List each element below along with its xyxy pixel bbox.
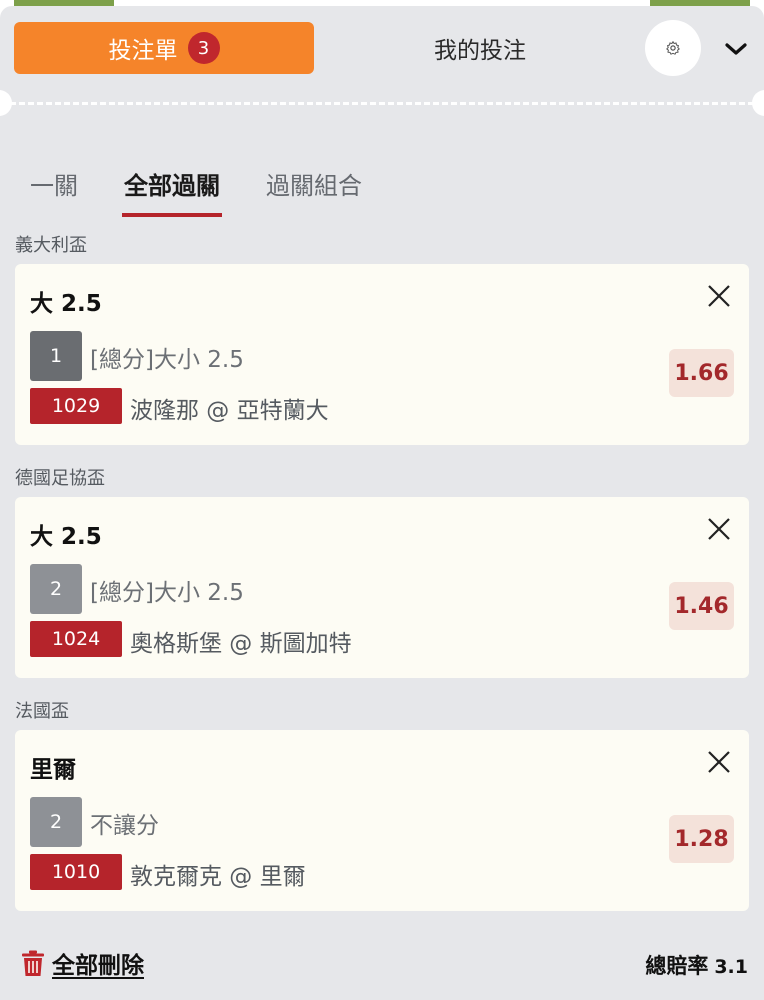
match-number: 1010: [30, 854, 122, 890]
subtab-all-parlay[interactable]: 全部過關: [122, 166, 222, 217]
match-number: 1029: [30, 388, 122, 424]
remove-bet-button[interactable]: [705, 515, 733, 543]
subtab-single[interactable]: 一關: [30, 166, 78, 217]
odds-value[interactable]: 1.46: [669, 582, 734, 630]
subtabs: 一關 全部過關 過關組合: [30, 166, 362, 217]
bet-card: 大 2.5 2 [總分]大小 2.5 1024 奧格斯堡 @ 斯圖加特 1.46: [15, 497, 749, 678]
close-icon: [708, 751, 730, 773]
market-name: [總分]大小 2.5: [90, 347, 244, 373]
odds-value[interactable]: 1.66: [669, 349, 734, 397]
total-odds-value: 3.1: [714, 956, 748, 978]
tab-betslip-label: 投注單: [108, 38, 178, 64]
selection-name: 大 2.5: [30, 524, 102, 550]
tab-betslip[interactable]: 投注單 3: [14, 22, 314, 74]
chevron-down-icon: [725, 43, 747, 55]
leg-number: 1: [30, 331, 82, 381]
betslip-panel: 投注單 3 我的投注 一關 全部過關 過關組合 義大利盃 大 2.5 1 [總分…: [0, 6, 764, 1000]
betslip-count-badge: 3: [187, 32, 220, 64]
ticket-divider: [10, 102, 754, 105]
total-odds-label: 總賠率: [645, 954, 709, 978]
selection-name: 里爾: [30, 757, 76, 783]
close-icon: [708, 285, 730, 307]
subtab-parlay-combo[interactable]: 過關組合: [266, 166, 362, 217]
selection-name: 大 2.5: [30, 291, 102, 317]
tab-my-bets[interactable]: 我的投注: [330, 22, 630, 74]
gear-icon: [666, 41, 680, 55]
match-name: 奧格斯堡 @ 斯圖加特: [130, 631, 352, 657]
market-name: 不讓分: [90, 813, 159, 839]
match-number: 1024: [30, 621, 122, 657]
bet-card: 里爾 2 不讓分 1010 敦克爾克 @ 里爾 1.28: [15, 730, 749, 911]
total-odds: 總賠率 3.1: [645, 950, 748, 980]
odds-value[interactable]: 1.28: [669, 815, 734, 863]
remove-bet-button[interactable]: [705, 748, 733, 776]
trash-icon: [22, 950, 44, 976]
league-name: 義大利盃: [15, 235, 87, 256]
league-name: 德國足協盃: [15, 468, 105, 489]
delete-all-label: 全部刪除: [52, 953, 144, 979]
settings-button[interactable]: [645, 20, 701, 76]
market-name: [總分]大小 2.5: [90, 580, 244, 606]
collapse-button[interactable]: [716, 34, 756, 64]
match-name: 波隆那 @ 亞特蘭大: [130, 398, 329, 424]
match-name: 敦克爾克 @ 里爾: [130, 864, 306, 890]
close-icon: [708, 518, 730, 540]
leg-number: 2: [30, 797, 82, 847]
remove-bet-button[interactable]: [705, 282, 733, 310]
delete-all-button[interactable]: 全部刪除: [20, 946, 144, 980]
bet-card: 大 2.5 1 [總分]大小 2.5 1029 波隆那 @ 亞特蘭大 1.66: [15, 264, 749, 445]
leg-number: 2: [30, 564, 82, 614]
league-name: 法國盃: [15, 701, 69, 722]
